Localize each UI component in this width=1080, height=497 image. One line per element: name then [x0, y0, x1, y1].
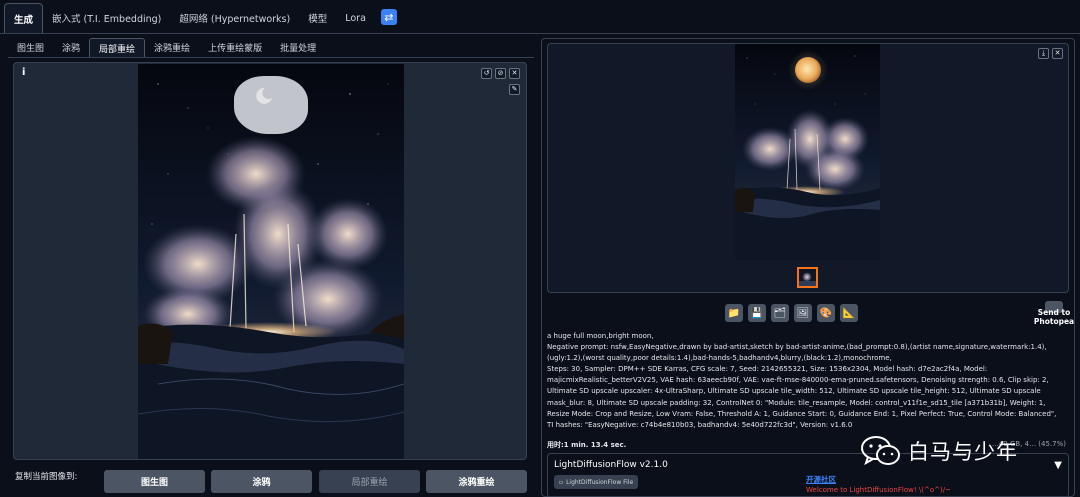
tab-inpaint[interactable]: 局部重绘	[89, 38, 146, 57]
community-link[interactable]: 开源社区	[806, 474, 836, 485]
gallery-controls: ⤓ ✕	[1038, 48, 1063, 59]
ldf-file-label: LightDiffusionFlow File	[566, 478, 634, 486]
canvas-tools: ↺ ⊘ ✕	[481, 68, 520, 79]
negative-prompt-text: Negative prompt: nsfw,EasyNegative,drawn…	[547, 343, 1047, 363]
output-image[interactable]	[735, 44, 880, 260]
file-icon: ▫	[559, 478, 564, 486]
tab-inpaint-upload[interactable]: 上传重绘蒙版	[199, 38, 271, 57]
copy-to-label: 复制当前图像到:	[15, 472, 78, 482]
save-icon[interactable]: 💾	[748, 304, 766, 322]
inpaint-panel: 图生图 涂鸦 局部重绘 涂鸦重绘 上传重绘蒙版 批量处理 i ↺ ⊘ ✕ ✎ 复…	[8, 38, 534, 497]
tab-generate[interactable]: 生成	[4, 3, 44, 33]
tab-inpaint-sketch[interactable]: 涂鸦重绘	[145, 38, 199, 57]
close-icon[interactable]: ✕	[509, 68, 520, 79]
tab-embedding[interactable]: 嵌入式 (T.I. Embedding)	[43, 3, 170, 33]
time-taken: 用时:1 min. 13.4 sec.	[547, 441, 627, 449]
img2img-sub-tabs: 图生图 涂鸦 局部重绘 涂鸦重绘 上传重绘蒙版 批量处理	[8, 38, 534, 58]
inpaint-mask	[234, 76, 308, 134]
top-tab-bar: 生成 嵌入式 (T.I. Embedding) 超网络 (Hypernetwor…	[0, 0, 1080, 34]
folder-icon[interactable]: 📁	[725, 304, 743, 322]
inpaint-canvas[interactable]: i ↺ ⊘ ✕ ✎	[13, 62, 527, 460]
inpaint-source-image	[137, 64, 405, 459]
output-gallery: ⤓ ✕	[547, 43, 1069, 293]
zip-icon[interactable]: 🗂	[771, 304, 789, 322]
download-icon[interactable]: ⤓	[1038, 48, 1049, 59]
brush-icon[interactable]: ✎	[509, 84, 520, 95]
image-icon[interactable]: 🖼	[794, 304, 812, 322]
output-actions: 📁 💾 🗂 🖼 🎨 📐	[725, 304, 858, 322]
prompt-text: a huge full moon,bright moon,	[547, 332, 654, 340]
output-thumbnail[interactable]	[797, 267, 818, 288]
send-to-inpaint-sketch-button[interactable]: 涂鸦重绘	[426, 470, 527, 493]
tab-lora[interactable]: Lora	[336, 3, 375, 33]
send-to-inpaint-button[interactable]: 局部重绘	[319, 470, 420, 493]
tab-sketch[interactable]: 涂鸦	[53, 38, 89, 57]
wechat-icon	[860, 433, 902, 469]
tab-hypernetworks[interactable]: 超网络 (Hypernetworks)	[170, 3, 299, 33]
params-text: Steps: 30, Sampler: DPM++ SDE Karras, CF…	[547, 365, 1057, 429]
ruler-icon[interactable]: 📐	[840, 304, 858, 322]
send-to-photopea-button[interactable]: Send to Photopea	[1034, 301, 1077, 325]
ldf-file-button[interactable]: ▫ LightDiffusionFlow File	[554, 475, 638, 489]
output-panel: ⤓ ✕ 📁 💾 🗂 🖼 🎨 📐 Send to Photopea a huge …	[541, 38, 1075, 497]
send-to-sketch-button[interactable]: 涂鸦	[211, 470, 312, 493]
undo-icon[interactable]: ↺	[481, 68, 492, 79]
watermark-text: 白马与少年	[908, 440, 1018, 464]
generation-info: a huge full moon,bright moon, Negative p…	[547, 331, 1062, 431]
palette-icon[interactable]: 🎨	[817, 304, 835, 322]
watermark: 白马与少年	[860, 430, 1075, 472]
send-to-photopea-label: Send to Photopea	[1033, 308, 1075, 326]
ldf-welcome-text: Welcome to LightDiffusionFlow! \(^o^)/~	[806, 486, 951, 494]
info-icon[interactable]: i	[22, 67, 25, 78]
tab-models[interactable]: 模型	[299, 3, 336, 33]
close-icon[interactable]: ✕	[1052, 48, 1063, 59]
refresh-icon[interactable]: ⇄	[380, 9, 397, 25]
tab-batch[interactable]: 批量处理	[271, 38, 325, 57]
ldf-title[interactable]: LightDiffusionFlow v2.1.0	[554, 460, 668, 470]
send-to-img2img-button[interactable]: 图生图	[104, 470, 205, 493]
clear-icon[interactable]: ⊘	[495, 68, 506, 79]
tab-img2img[interactable]: 图生图	[8, 38, 53, 57]
